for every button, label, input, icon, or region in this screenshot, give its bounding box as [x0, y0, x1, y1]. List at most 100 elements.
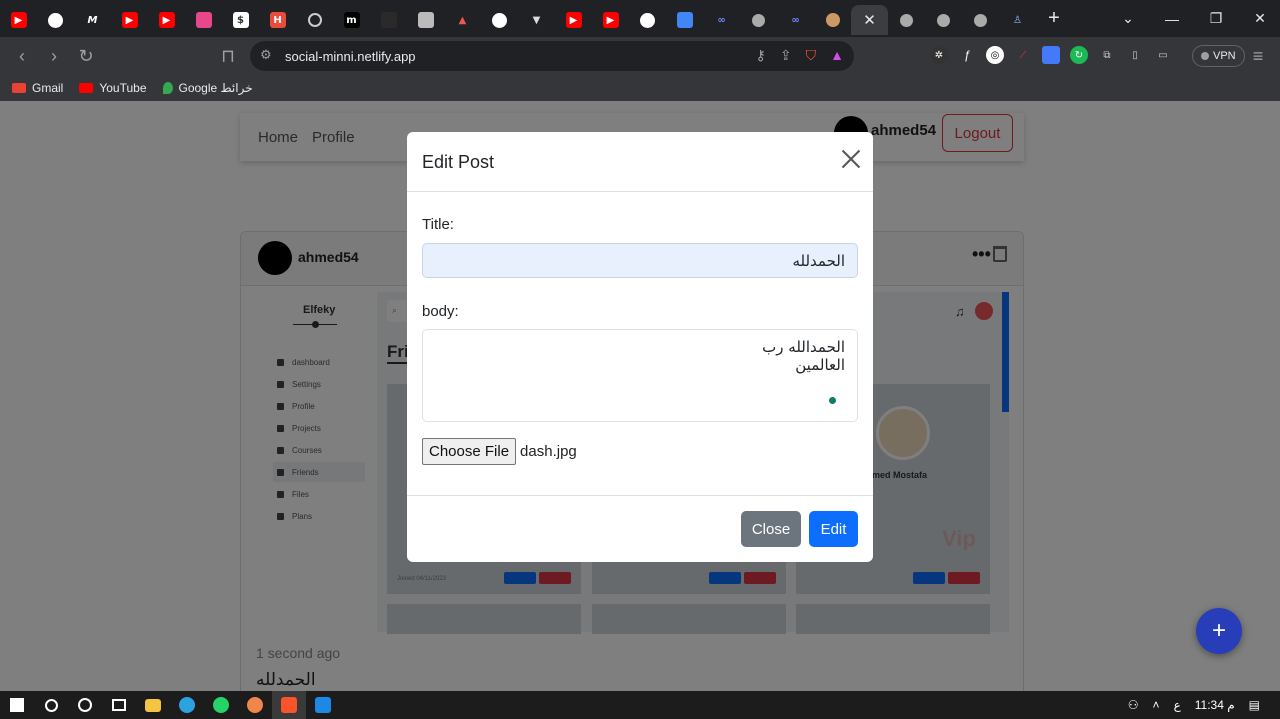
tab[interactable]	[629, 5, 666, 35]
tab[interactable]: ▶	[0, 5, 37, 35]
bookmark-icon[interactable]: ⊓	[212, 46, 244, 67]
people-icon[interactable]: ⚇	[1128, 698, 1139, 712]
search-icon[interactable]	[34, 691, 68, 719]
reload-icon[interactable]: ↻	[70, 46, 102, 67]
restore-icon[interactable]: ❐	[1194, 10, 1238, 27]
whatsapp-icon[interactable]	[204, 691, 238, 719]
share-icon[interactable]: ⇪	[780, 47, 792, 64]
tab[interactable]: H	[259, 5, 296, 35]
tab[interactable]	[185, 5, 222, 35]
minimize-icon[interactable]: —	[1150, 11, 1194, 27]
task-view-icon[interactable]	[102, 691, 136, 719]
bookmark-label: Gmail	[32, 81, 64, 95]
brave-shield-icon[interactable]: ⛉	[806, 47, 817, 64]
app-icon	[195, 12, 212, 28]
vpn-button[interactable]: VPN	[1192, 45, 1245, 67]
body-textarea-value: الحمدالله رب العالمين	[762, 338, 845, 374]
tab[interactable]	[370, 5, 407, 35]
puzzle-icon[interactable]: ⧉	[1098, 46, 1116, 64]
title-input-value: الحمدلله	[792, 252, 845, 270]
tab[interactable]	[888, 5, 925, 35]
tab[interactable]	[407, 5, 444, 35]
add-post-button[interactable]: +	[1196, 608, 1242, 654]
choose-file-button[interactable]: Choose File	[422, 438, 517, 465]
youtube-icon	[79, 83, 94, 93]
url-text[interactable]: social-minni.netlify.app	[285, 49, 416, 64]
brave-rewards-icon[interactable]: ▲	[830, 47, 844, 64]
tab[interactable]: ▶	[148, 5, 185, 35]
github-icon	[492, 12, 507, 28]
tab[interactable]: ▲	[444, 5, 481, 35]
close-button[interactable]: Close	[741, 511, 801, 547]
tab[interactable]	[925, 5, 962, 35]
telegram-icon[interactable]	[170, 691, 204, 719]
close-tab-icon[interactable]: ✕	[863, 11, 876, 29]
tab[interactable]	[740, 5, 777, 35]
tab[interactable]: m	[333, 5, 370, 35]
tab-active[interactable]: ✕	[851, 5, 888, 35]
menu-icon[interactable]: ≡	[1242, 46, 1274, 67]
close-window-icon[interactable]: ✕	[1238, 10, 1280, 27]
app-icon	[974, 13, 987, 27]
app-icon: ∞	[791, 14, 800, 26]
wallet-icon[interactable]: ▭	[1154, 46, 1172, 64]
sidebar-icon[interactable]: ▯	[1126, 46, 1144, 64]
tab[interactable]: ▶	[555, 5, 592, 35]
new-tab-button[interactable]: +	[1036, 7, 1072, 30]
notification-icon[interactable]: ▤	[1249, 698, 1260, 712]
title-label: Title:	[422, 216, 454, 233]
clock[interactable]: 11:34 م	[1195, 698, 1235, 712]
fx-extension-icon[interactable]: ƒ	[958, 46, 976, 64]
file-explorer-icon[interactable]	[136, 691, 170, 719]
tab[interactable]: ∞	[777, 5, 814, 35]
bookmark-maps[interactable]: Google خرائط	[162, 81, 253, 95]
extension-icon[interactable]	[1042, 46, 1060, 64]
extension-icon[interactable]: ⟋	[1014, 46, 1032, 64]
vscode-icon[interactable]	[306, 691, 340, 719]
body-textarea[interactable]: الحمدالله رب العالمين	[422, 329, 858, 422]
address-bar[interactable]: ⚙ social-minni.netlify.app ⚷ ⇪ ⛉ ▲	[250, 41, 854, 71]
site-info-icon[interactable]: ⚙	[260, 47, 272, 63]
extension-icon[interactable]: ◎	[986, 46, 1004, 64]
tab[interactable]	[37, 5, 74, 35]
tab[interactable]: $	[222, 5, 259, 35]
medium-icon: M	[87, 14, 98, 26]
extension-icon[interactable]: ↻	[1070, 46, 1088, 64]
app-icon	[900, 13, 913, 27]
tab[interactable]: ▶	[592, 5, 629, 35]
tab[interactable]	[962, 5, 999, 35]
bookmark-gmail[interactable]: Gmail	[12, 81, 63, 95]
tab[interactable]	[666, 5, 703, 35]
youtube-icon: ▶	[565, 12, 582, 28]
app-icon: ▲	[458, 14, 467, 26]
bookmark-youtube[interactable]: YouTube	[79, 81, 147, 95]
key-icon[interactable]: ⚷	[756, 47, 766, 64]
tab[interactable]	[814, 5, 851, 35]
tab[interactable]: ▼	[518, 5, 555, 35]
tab[interactable]: M	[74, 5, 111, 35]
app-icon[interactable]	[238, 691, 272, 719]
tab[interactable]: ▶	[111, 5, 148, 35]
vpn-label: VPN	[1213, 50, 1236, 62]
extension-icon[interactable]: ✲	[930, 46, 948, 64]
tab[interactable]: ♙	[999, 5, 1036, 35]
tab[interactable]: ∞	[703, 5, 740, 35]
windows-start-icon[interactable]	[0, 691, 34, 719]
app-icon	[937, 13, 950, 27]
forward-icon[interactable]: ›	[38, 46, 70, 67]
vpn-status-icon	[1201, 52, 1209, 60]
bookmark-label: Google خرائط	[178, 81, 253, 95]
tab[interactable]	[296, 5, 333, 35]
youtube-icon: ▶	[602, 12, 619, 28]
chevron-down-icon[interactable]: ⌄	[1106, 10, 1150, 27]
back-icon[interactable]: ‹	[6, 46, 38, 67]
cortana-icon[interactable]	[68, 691, 102, 719]
edit-button[interactable]: Edit	[809, 511, 858, 547]
language-indicator[interactable]: ع	[1174, 698, 1181, 712]
tab[interactable]	[481, 5, 518, 35]
chevron-up-icon[interactable]: ˄	[1153, 698, 1160, 712]
title-input[interactable]: الحمدلله	[422, 243, 858, 278]
grammar-indicator-icon[interactable]	[829, 397, 836, 404]
close-icon[interactable]	[841, 149, 861, 169]
brave-icon[interactable]	[272, 691, 306, 719]
